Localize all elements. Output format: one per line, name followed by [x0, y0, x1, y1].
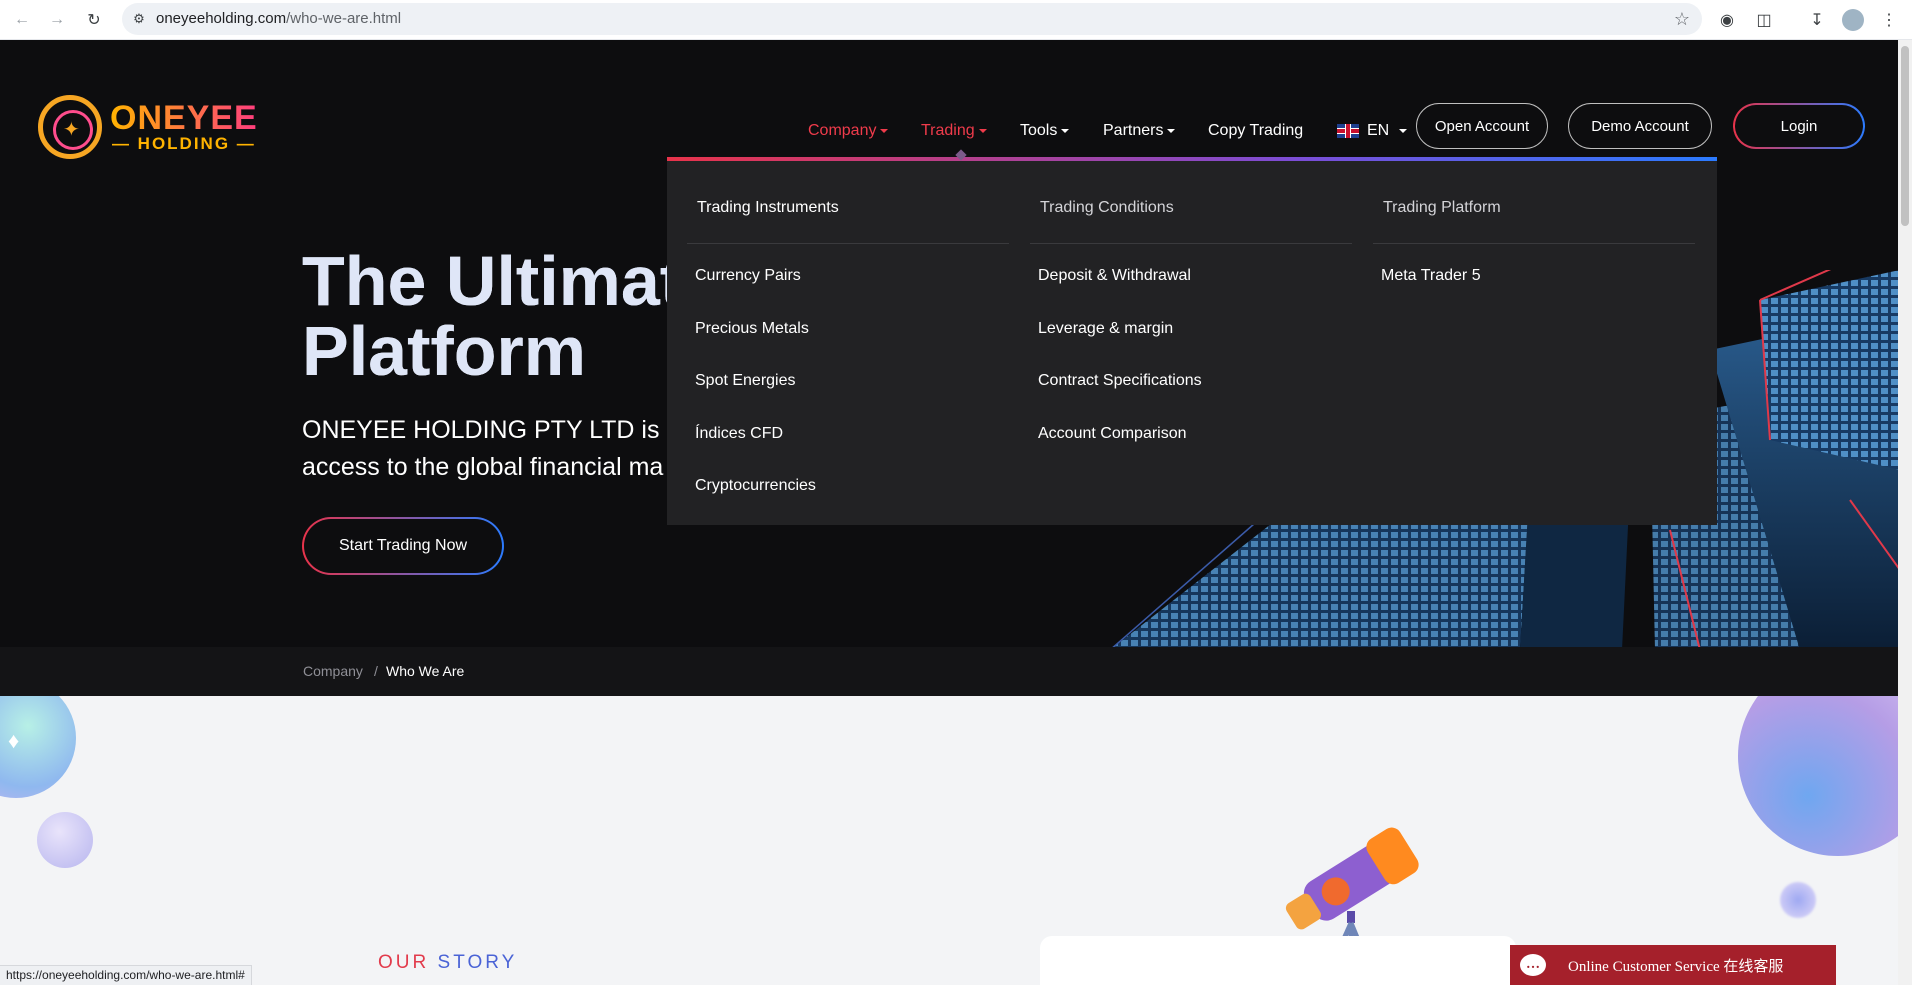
story-card: [1040, 936, 1516, 985]
decorative-orb: [37, 812, 93, 868]
menu-item-spot-energies[interactable]: Spot Energies: [695, 372, 796, 390]
site-settings-icon[interactable]: ⚙: [130, 10, 148, 28]
logo-subtitle: — HOLDING —: [111, 134, 256, 153]
chevron-down-icon: [1061, 129, 1070, 133]
hero-subtitle: ONEYEE HOLDING PTY LTD is access to the …: [302, 416, 664, 481]
reload-icon[interactable]: ↻: [80, 6, 108, 34]
menu-item-deposit-withdrawal[interactable]: Deposit & Withdrawal: [1038, 267, 1191, 285]
address-bar[interactable]: ⚙ oneyeeholding.com/who-we-are.html ☆: [122, 3, 1702, 35]
online-customer-service-button[interactable]: … Online Customer Service 在线客服: [1510, 945, 1836, 985]
profile-avatar[interactable]: [1842, 9, 1864, 31]
oneyee-logo[interactable]: ✦ ONEYEE — HOLDING —: [38, 95, 258, 159]
language-selector[interactable]: EN: [1337, 116, 1408, 146]
column-heading: Trading Platform: [1383, 199, 1501, 216]
logo-wordmark: ONEYEE: [110, 99, 258, 137]
divider: [1030, 243, 1352, 244]
breadcrumb-current: Who We Are: [386, 663, 465, 679]
breadcrumb-separator: /: [374, 663, 378, 679]
nav-copy-trading[interactable]: Copy Trading: [1208, 116, 1303, 146]
menu-item-precious-metals[interactable]: Precious Metals: [695, 320, 809, 338]
scrollbar-thumb[interactable]: [1901, 46, 1909, 226]
login-button[interactable]: Login: [1733, 103, 1865, 149]
divider: [1373, 243, 1695, 244]
breadcrumb-company-link[interactable]: Company: [303, 663, 363, 679]
demo-account-button[interactable]: Demo Account: [1568, 103, 1712, 149]
chevron-down-icon: [880, 129, 889, 133]
link-status-bar: https://oneyeeholding.com/who-we-are.htm…: [0, 965, 252, 985]
chat-bubble-icon: …: [1520, 954, 1546, 976]
menu-item-leverage-margin[interactable]: Leverage & margin: [1038, 320, 1173, 338]
column-heading: Trading Conditions: [1040, 199, 1174, 216]
page-scrollbar[interactable]: [1898, 40, 1912, 985]
url-text[interactable]: oneyeeholding.com/who-we-are.html: [156, 10, 401, 27]
menu-item-currency-pairs[interactable]: Currency Pairs: [695, 267, 801, 285]
start-trading-button[interactable]: Start Trading Now: [302, 517, 504, 575]
logo-mark: ✦: [38, 95, 102, 159]
bookmark-star-icon[interactable]: ☆: [1674, 9, 1690, 30]
column-heading: Trading Instruments: [697, 199, 839, 216]
chevron-down-icon: [1399, 129, 1408, 133]
menu-item-account-comparison[interactable]: Account Comparison: [1038, 425, 1187, 443]
extensions-puzzle-icon[interactable]: ◫: [1750, 6, 1778, 34]
open-account-button[interactable]: Open Account: [1416, 103, 1548, 149]
chevron-down-icon: [1167, 129, 1176, 133]
nav-trading[interactable]: Trading: [921, 116, 987, 146]
hero-headline: The Ultimat Platform: [302, 242, 684, 390]
nav-company[interactable]: Company: [808, 116, 889, 146]
breadcrumb: Company / Who We Are: [0, 647, 1898, 696]
download-icon[interactable]: ↧: [1803, 6, 1831, 34]
trading-dropdown-menu: Trading Instruments Currency Pairs Preci…: [667, 149, 1717, 525]
uk-flag-icon: [1337, 124, 1359, 138]
our-story-heading: OUR STORY: [378, 952, 518, 973]
our-story-section: ♦ OUR STORY: [0, 696, 1898, 985]
divider: [687, 243, 1009, 244]
menu-item-cryptocurrencies[interactable]: Cryptocurrencies: [695, 477, 816, 495]
ethereum-icon: ♦: [8, 728, 20, 753]
decorative-orb: [1780, 882, 1816, 918]
browser-menu-icon[interactable]: ⋮: [1875, 6, 1903, 34]
browser-toolbar: ← → ↻ ⚙ oneyeeholding.com/who-we-are.htm…: [0, 0, 1912, 40]
forward-arrow-icon[interactable]: →: [43, 6, 71, 34]
menu-item-contract-specifications[interactable]: Contract Specifications: [1038, 372, 1202, 390]
back-arrow-icon[interactable]: ←: [8, 6, 36, 34]
menu-item-indices-cfd[interactable]: Índices CFD: [695, 425, 783, 443]
menu-item-meta-trader-5[interactable]: Meta Trader 5: [1381, 267, 1481, 285]
decorative-orb: [1738, 696, 1898, 856]
nav-tools[interactable]: Tools: [1020, 116, 1070, 146]
extension-circle-icon[interactable]: ◉: [1713, 6, 1741, 34]
chevron-down-icon: [978, 129, 987, 133]
nav-partners[interactable]: Partners: [1103, 116, 1176, 146]
